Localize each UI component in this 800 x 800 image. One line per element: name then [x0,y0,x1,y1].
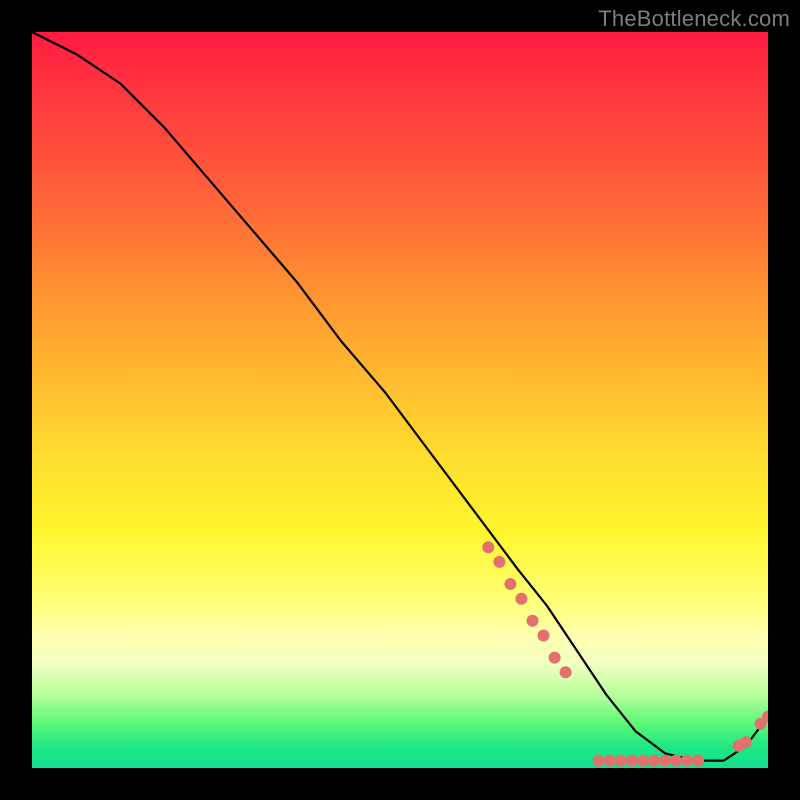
scatter-dots [482,541,768,766]
data-point [670,755,682,767]
data-point [659,755,671,767]
data-point [560,666,572,678]
data-point [504,578,516,590]
curve-path [32,32,768,761]
data-point [549,652,561,664]
chart-frame: TheBottleneck.com [0,0,800,800]
data-point [648,755,660,767]
data-point [515,593,527,605]
watermark-text: TheBottleneck.com [598,6,790,32]
data-point [692,755,704,767]
data-point [604,755,616,767]
data-point [482,541,494,553]
data-point [626,755,638,767]
data-point [527,615,539,627]
data-point [615,755,627,767]
data-point [538,630,550,642]
data-point [593,755,605,767]
plot-area [32,32,768,768]
chart-overlay [32,32,768,768]
data-point [637,755,649,767]
data-point [493,556,505,568]
data-point [681,755,693,767]
data-point [740,736,752,748]
